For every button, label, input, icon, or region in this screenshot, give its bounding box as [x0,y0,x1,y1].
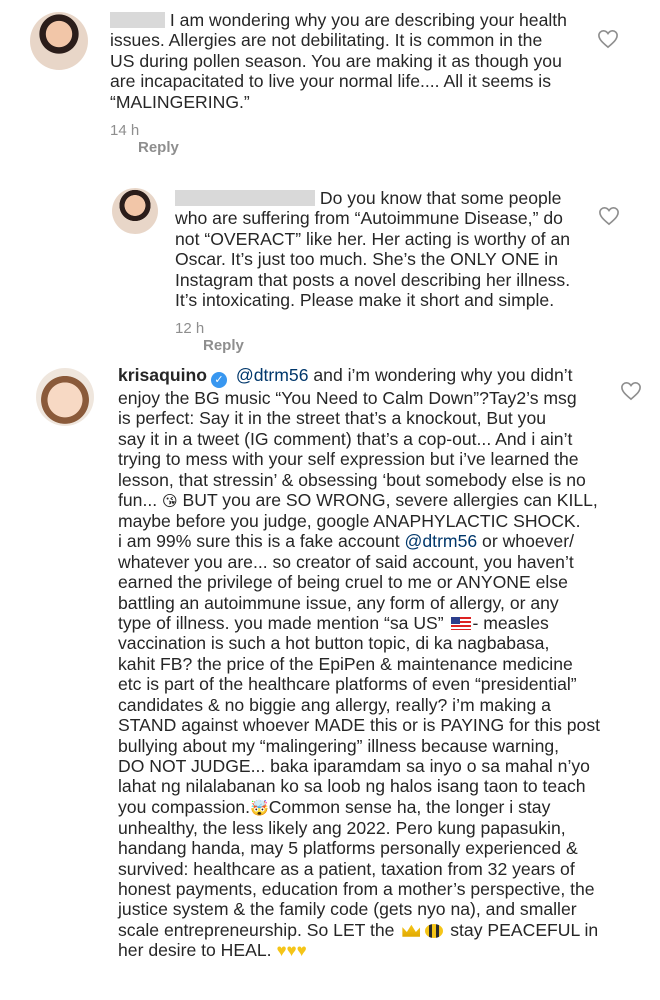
kissing-face-emoji: 😘 [162,493,178,511]
avatar[interactable] [30,12,88,70]
comment-text: krisaquino ✓ @dtrm56 and i’m wondering wh… [118,365,601,961]
heart-outline-icon[interactable] [598,206,620,226]
exploding-head-emoji: 🤯 [250,799,269,817]
timestamp: 12 h [175,320,205,337]
comment-text: I am wondering why you are describing yo… [110,10,567,112]
heart-outline-icon[interactable] [620,381,642,401]
crown-emoji [402,924,421,937]
mention-link[interactable]: @dtrm56 [405,531,478,551]
bee-emoji [425,923,444,938]
comment-meta: 12 h Reply [175,320,244,354]
verified-badge-icon: ✓ [210,372,227,388]
redacted-username [175,190,315,206]
comment-meta: 14 h Reply [110,122,179,156]
reply-button[interactable]: Reply [138,139,179,156]
reply-button[interactable]: Reply [203,337,244,354]
username[interactable]: krisaquino [118,365,207,385]
avatar[interactable] [36,368,94,426]
yellow-heart-emoji: ♥♥♥ [276,941,307,961]
timestamp: 14 h [110,122,140,139]
mention-link[interactable]: @dtrm56 [236,365,309,385]
redacted-username [110,12,165,28]
avatar[interactable] [112,188,158,234]
us-flag-emoji [450,617,471,631]
comment-text: Do you know that some people who are suf… [175,188,571,311]
heart-outline-icon[interactable] [597,29,619,49]
